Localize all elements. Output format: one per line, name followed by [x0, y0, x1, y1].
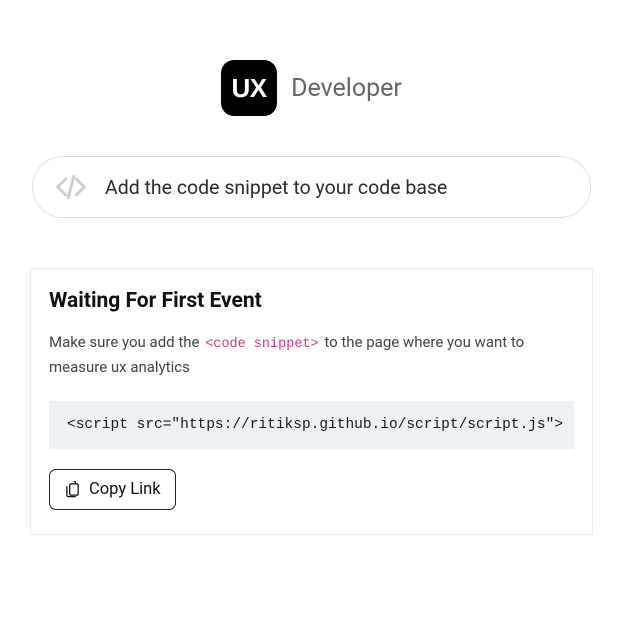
card-title: Waiting For First Event — [49, 289, 574, 313]
header-title: Developer — [291, 74, 402, 103]
desc-before: Make sure you add the — [49, 333, 203, 351]
copy-link-button[interactable]: Copy Link — [49, 469, 176, 510]
card-description: Make sure you add the <code snippet> to … — [49, 331, 574, 379]
event-card: Waiting For First Event Make sure you ad… — [30, 268, 593, 535]
header-brand: UX Developer — [30, 60, 593, 116]
copy-link-label: Copy Link — [89, 480, 161, 499]
code-block[interactable]: <script src="https://ritiksp.github.io/s… — [49, 401, 574, 449]
logo-badge: UX — [221, 60, 277, 116]
inline-code-snippet: <code snippet> — [203, 337, 320, 352]
instruction-text: Add the code snippet to your code base — [105, 176, 447, 199]
instruction-pill: Add the code snippet to your code base — [32, 156, 591, 218]
code-icon — [55, 171, 87, 203]
logo-text: UX — [232, 73, 267, 104]
clipboard-icon — [64, 481, 81, 498]
